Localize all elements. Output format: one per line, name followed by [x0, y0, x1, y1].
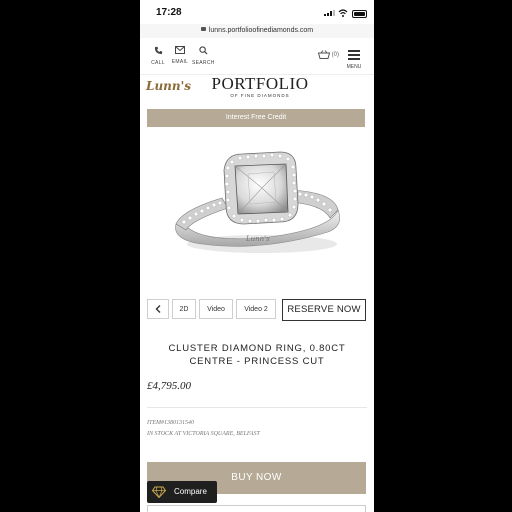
- menu-label: MENU: [346, 63, 362, 70]
- phone-screen: 17:28 lunns.portfolioofinediamonds.com C…: [140, 0, 374, 512]
- email-label: EMAIL: [171, 59, 189, 65]
- search-button[interactable]: SEARCH: [192, 46, 214, 66]
- divider: [147, 407, 367, 408]
- view-2d-button[interactable]: 2D: [172, 299, 196, 319]
- wifi-icon: [338, 9, 348, 17]
- diamond-icon: [152, 486, 166, 498]
- phone-icon: [154, 46, 162, 55]
- portfolio-logo[interactable]: PORTFOLIO: [210, 74, 310, 94]
- call-label: CALL: [151, 60, 165, 66]
- status-time: 17:28: [156, 7, 182, 18]
- lunns-logo[interactable]: Lunn's: [146, 79, 191, 93]
- basket-icon: [317, 50, 331, 59]
- compare-button[interactable]: Compare: [147, 481, 217, 503]
- chevron-left-icon: [155, 305, 161, 314]
- item-code: ITEM#1380131540: [147, 420, 194, 426]
- lock-icon: [200, 27, 206, 31]
- banner-text: Interest Free Credit: [225, 114, 287, 121]
- reserve-now-button[interactable]: RESERVE NOW: [282, 299, 366, 321]
- product-price: £4,795.00: [147, 380, 191, 392]
- url-bar[interactable]: lunns.portfolioofinediamonds.com: [140, 24, 374, 38]
- stock-status: IN STOCK AT VICTORIA SQUARE, BELFAST: [147, 431, 260, 437]
- next-section-edge: [147, 505, 366, 512]
- envelope-icon: [175, 46, 185, 54]
- prev-image-button[interactable]: [147, 299, 169, 319]
- search-icon: [198, 46, 208, 55]
- site-header-nav: CALL EMAIL SEARCH (0) MENU: [140, 40, 374, 75]
- menu-button[interactable]: MENU: [346, 50, 362, 70]
- compare-label: Compare: [174, 487, 207, 496]
- cart-count: (0): [331, 52, 340, 59]
- video-2-button[interactable]: Video 2: [236, 299, 276, 319]
- call-button[interactable]: CALL: [150, 46, 166, 66]
- battery-icon: [352, 10, 367, 18]
- signal-icon: [324, 10, 335, 16]
- ring-engraving: Lunn's: [245, 235, 270, 243]
- email-button[interactable]: EMAIL: [171, 46, 189, 65]
- status-bar: 17:28: [140, 0, 374, 24]
- product-title: CLUSTER DIAMOND RING, 0.80CT CENTRE - PR…: [168, 343, 346, 367]
- portfolio-logo-subtitle: OF FINE DIAMONDS: [230, 93, 290, 98]
- hamburger-icon: [348, 50, 360, 60]
- product-image[interactable]: Lunn's: [162, 140, 352, 280]
- video-button[interactable]: Video: [199, 299, 233, 319]
- cart-button[interactable]: (0): [317, 50, 340, 59]
- search-label: SEARCH: [192, 60, 215, 66]
- url-text: lunns.portfolioofinediamonds.com: [208, 27, 314, 34]
- interest-free-credit-banner[interactable]: Interest Free Credit: [147, 109, 365, 127]
